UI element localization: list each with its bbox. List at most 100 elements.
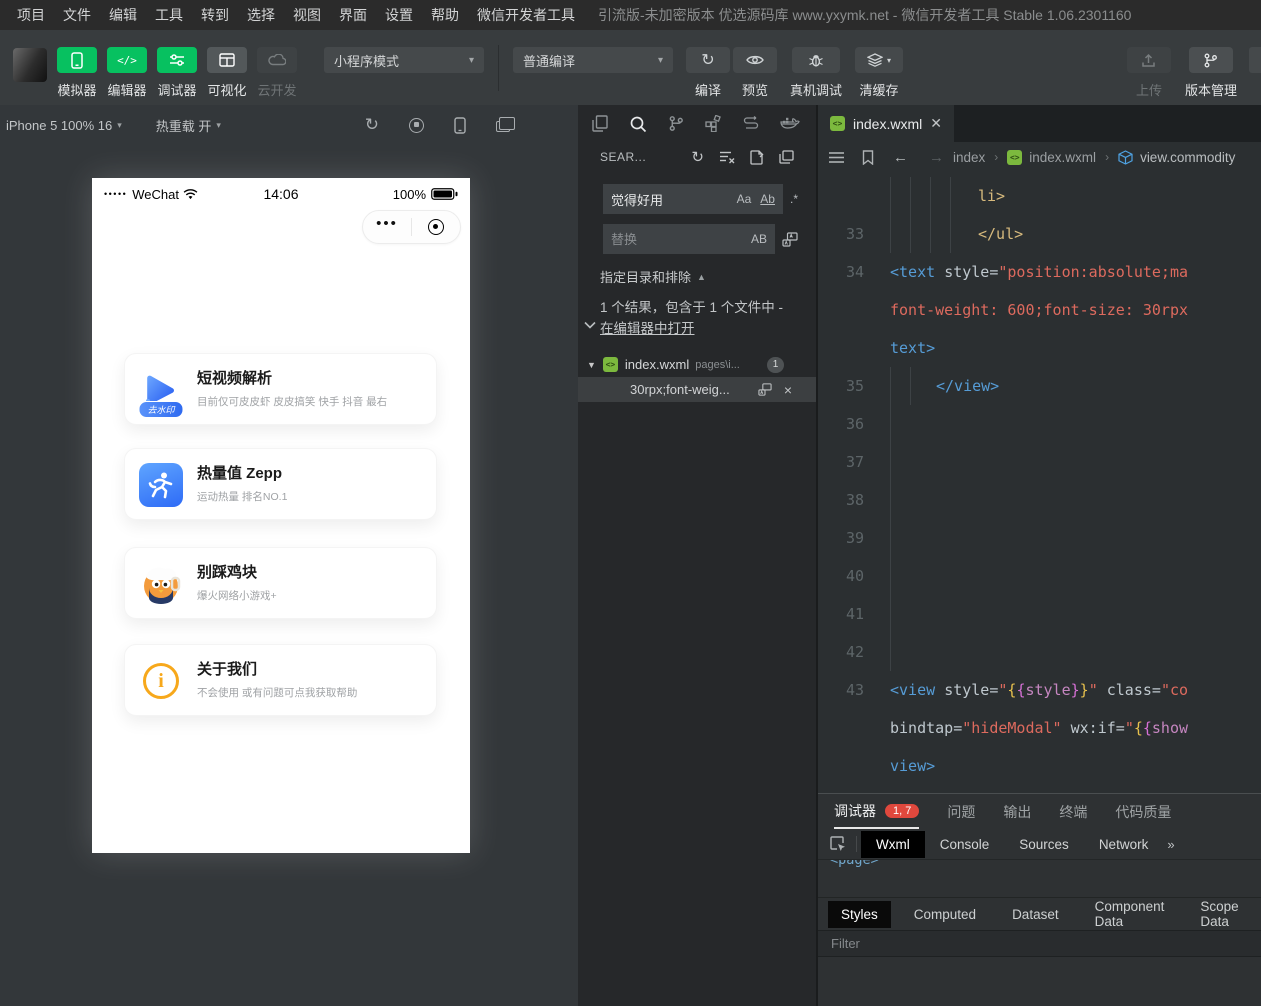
tree-expand-icon[interactable]: ▼ [587,360,596,370]
detach-window-icon[interactable] [496,121,510,132]
list-item-zepp[interactable]: 热量值 Zepp 运动热量 排名NO.1 [124,448,437,520]
bookmark-icon[interactable] [862,150,874,165]
regex-toggle[interactable]: .* [790,192,798,206]
inspector-tab[interactable]: Dataset [999,901,1072,928]
editor-toggle-button[interactable]: </> 编辑器 [107,47,147,99]
code-row[interactable]: bindtap="hideModal" wx:if="{{show [818,709,1261,747]
toolbar-button-clipped[interactable] [1249,47,1261,73]
source-control-icon[interactable] [668,115,684,132]
outline-icon[interactable] [828,151,845,164]
close-icon[interactable]: ✕ [930,115,942,132]
visualization-toggle-button[interactable]: 可视化 [207,47,247,99]
back-icon[interactable]: ← [893,149,908,166]
code-row[interactable]: 40 [818,557,1261,595]
dock-tab[interactable]: 调试器1, 7 [834,794,919,829]
more-tabs-icon[interactable]: » [1167,837,1174,852]
compile-button[interactable]: ↻ 编译 [686,47,730,99]
replace-all-icon[interactable] [782,232,798,247]
menu-item[interactable]: 帮助 [422,5,468,25]
dock-tab[interactable]: 代码质量 [1115,794,1171,829]
devtools-tab[interactable]: Network [1084,831,1164,858]
avatar[interactable] [13,48,47,82]
debugger-toggle-button[interactable]: 调试器 [157,47,197,99]
hot-reload-toggle[interactable]: 热重载 开 ▾ [156,116,221,135]
upload-button[interactable]: 上传 [1127,47,1171,99]
extensions-icon[interactable] [705,115,722,132]
code-row[interactable]: 33</ul> [818,215,1261,253]
search-input[interactable] [611,192,728,207]
device-select[interactable]: iPhone 5 100% 16 ▾ [6,118,122,133]
open-in-editor-link[interactable]: 在编辑器中打开 [600,321,695,336]
replace-box[interactable]: AB [603,224,775,254]
menu-item[interactable]: 文件 [54,5,100,25]
code-row[interactable]: 41 [818,595,1261,633]
menu-item[interactable]: 编辑 [100,5,146,25]
devtools-tab[interactable]: Sources [1004,831,1084,858]
devtools-tab[interactable]: Wxml [861,831,925,858]
inspector-tab[interactable]: Scope Data [1187,893,1261,935]
forward-icon[interactable]: → [929,149,944,166]
result-match-row[interactable]: 30rpx;font-weig... × [578,377,816,402]
exit-target-icon[interactable] [412,219,460,235]
breadcrumb-item[interactable]: index.wxml [1029,150,1096,165]
code-row[interactable]: 38 [818,481,1261,519]
files-include-toggle[interactable]: 指定目录和排除 ▲ [600,267,816,286]
code-row[interactable]: font-weight: 600;font-size: 30rpx [818,291,1261,329]
code-lines[interactable]: li>33</ul>34<text style="position:absolu… [818,172,1261,793]
dock-tab[interactable]: 输出 [1003,794,1031,829]
mode-select[interactable]: 小程序模式 ▾ [324,47,484,73]
result-file-row[interactable]: ▼ <> index.wxml pages\i... 1 [578,352,816,377]
capsule-menu[interactable]: ••• [362,210,461,244]
list-item-about[interactable]: i 关于我们 不会使用 或有问题可点我获取帮助 [124,644,437,716]
tab-index-wxml[interactable]: <> index.wxml ✕ [818,105,954,142]
styles-filter-row[interactable]: Filter [818,930,1261,957]
dock-tab[interactable]: 问题 [947,794,975,829]
refresh-results-icon[interactable]: ↻ [691,148,704,166]
list-item-game[interactable]: 别踩鸡块 爆火网络小游戏+ [124,547,437,619]
docker-whale-icon[interactable] [780,116,800,131]
preview-button[interactable]: 预览 [733,47,777,99]
simulator-toggle-button[interactable]: 模拟器 [57,47,97,99]
new-search-editor-icon[interactable] [750,150,764,165]
device-frame-icon[interactable] [454,117,466,134]
devtools-tab[interactable]: Console [925,831,1005,858]
code-row[interactable]: 42 [818,633,1261,671]
code-row[interactable]: li> [818,177,1261,215]
code-row[interactable]: 43<view style="{{style}}" class="co [818,671,1261,709]
code-row[interactable]: 34<text style="position:absolute;ma [818,253,1261,291]
code-row[interactable]: view> [818,747,1261,785]
menu-item[interactable]: 工具 [146,5,192,25]
restart-icon[interactable]: ↻ [365,115,379,135]
replace-match-icon[interactable] [758,383,772,396]
wxml-node[interactable]: <page> [830,860,879,868]
menu-item[interactable]: 微信开发者工具 [468,5,584,25]
open-editors-icon[interactable] [779,150,794,164]
breadcrumb-item[interactable]: index [953,150,985,165]
menu-item[interactable]: 项目 [8,5,54,25]
preserve-case-toggle[interactable]: AB [751,232,767,246]
remote-debug-button[interactable]: 真机调试 [790,47,842,99]
match-case-toggle[interactable]: Aa [737,192,752,206]
inspect-element-icon[interactable] [818,836,856,852]
record-icon[interactable] [409,118,424,133]
menu-item[interactable]: 转到 [192,5,238,25]
code-row[interactable]: 36 [818,405,1261,443]
inspector-tab[interactable]: Component Data [1082,893,1178,935]
code-row[interactable]: 39 [818,519,1261,557]
structure-icon[interactable] [743,116,759,132]
list-item-video-parse[interactable]: 去水印 短视频解析 目前仅可皮皮虾 皮皮搞笑 快手 抖音 最右 [124,353,437,425]
search-box[interactable]: Aa Ab [603,184,783,214]
dismiss-match-icon[interactable]: × [784,382,792,398]
code-row[interactable]: text> [818,329,1261,367]
menu-item[interactable]: 界面 [330,5,376,25]
toggle-replace-chevron[interactable] [584,321,596,329]
dock-tab[interactable]: 终端 [1059,794,1087,829]
inspector-tab[interactable]: Computed [901,901,989,928]
version-control-button[interactable]: 版本管理 [1185,47,1237,99]
replace-input[interactable] [611,232,742,247]
clear-cache-button[interactable]: ▾ 清缓存 [855,47,903,99]
cloud-dev-button[interactable]: 云开发 [257,47,297,99]
menu-item[interactable]: 选择 [238,5,284,25]
compile-mode-select[interactable]: 普通编译 ▾ [513,47,673,73]
clear-results-icon[interactable] [719,150,735,164]
